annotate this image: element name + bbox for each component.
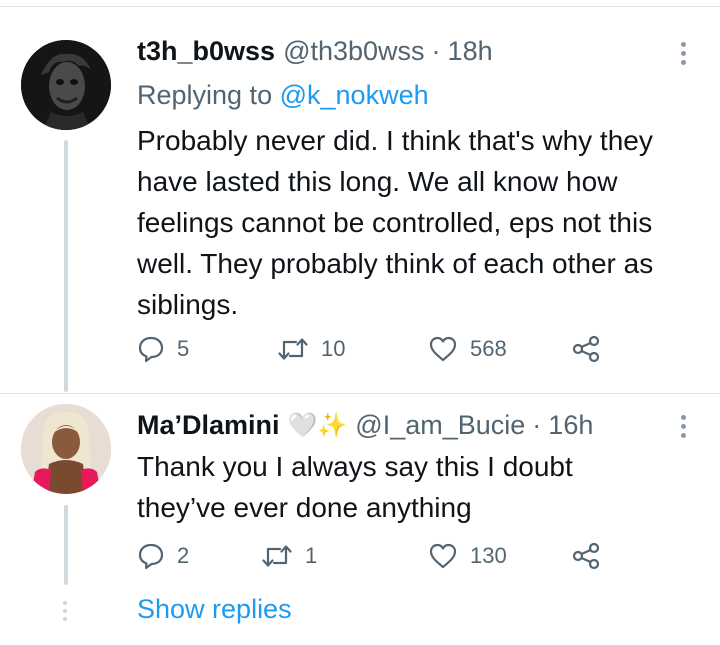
heart-icon [429, 543, 457, 569]
handle[interactable]: @th3b0wss [283, 36, 424, 67]
share-button[interactable] [571, 542, 601, 570]
thread-line [64, 140, 68, 392]
display-name[interactable]: Ma’Dlamini [137, 410, 280, 441]
tweet-divider [0, 393, 720, 394]
handle[interactable]: @I_am_Bucie [355, 410, 525, 441]
timestamp[interactable]: 18h [448, 36, 493, 67]
display-name[interactable]: t3h_b0wss [137, 36, 275, 67]
timestamp[interactable]: 16h [548, 410, 593, 441]
top-border [0, 6, 720, 7]
thread-line [64, 505, 68, 585]
tweet-text-line: they’ve ever done anything [137, 492, 472, 523]
thread-continuation-dots [63, 601, 69, 625]
retweet-count: 1 [305, 543, 318, 568]
share-icon [572, 335, 600, 363]
heart-icon [429, 336, 457, 362]
share-button[interactable] [571, 335, 601, 363]
retweet-button[interactable]: 10 [277, 335, 345, 363]
tweet-text-line: well. They probably think of each other … [137, 248, 654, 279]
reply-button[interactable]: 2 [137, 542, 189, 570]
reply-button[interactable]: 5 [137, 335, 189, 363]
reply-icon [138, 336, 164, 363]
tweet-text: Thank you I always say this I doubt they… [137, 446, 573, 528]
reply-count: 5 [177, 336, 190, 361]
tweet-text-line: Probably never did. I think that's why t… [137, 125, 653, 156]
more-vertical-icon[interactable] [681, 415, 687, 442]
avatar[interactable] [21, 404, 111, 494]
avatar[interactable] [21, 40, 111, 130]
like-count: 130 [470, 543, 507, 568]
replying-to: Replying to @k_nokweh [137, 80, 429, 111]
name-emoji: 🤍✨ [287, 412, 348, 439]
reply-icon [138, 543, 164, 570]
share-icon [572, 542, 600, 570]
tweet-actions: 5 10 568 [137, 335, 617, 369]
replying-to-link[interactable]: @k_nokweh [280, 80, 429, 110]
tweet-header: t3h_b0wss @th3b0wss · 18h [137, 36, 493, 67]
more-vertical-icon[interactable] [681, 42, 687, 69]
separator: · [532, 410, 542, 440]
show-replies-link[interactable]: Show replies [137, 594, 292, 625]
retweet-count: 10 [321, 336, 346, 361]
tweet-actions: 2 1 130 [137, 542, 617, 576]
tweet-header: Ma’Dlamini 🤍✨ @I_am_Bucie · 16h [137, 410, 593, 441]
reply-count: 2 [177, 543, 190, 568]
like-button[interactable]: 568 [428, 335, 507, 363]
tweet-text-line: feelings cannot be controlled, eps not t… [137, 207, 653, 238]
retweet-icon [262, 545, 292, 567]
separator: · [431, 36, 441, 66]
tweet-text: Probably never did. I think that's why t… [137, 120, 653, 325]
tweet-text-line: have lasted this long. We all know how [137, 166, 618, 197]
retweet-icon [278, 338, 308, 360]
replying-prefix: Replying to [137, 80, 273, 110]
tweet-text-line: siblings. [137, 289, 239, 320]
like-count: 568 [470, 336, 507, 361]
woman-avatar-icon [21, 404, 111, 494]
tweet-text-line: Thank you I always say this I doubt [137, 451, 573, 482]
retweet-button[interactable]: 1 [261, 542, 317, 570]
like-button[interactable]: 130 [428, 542, 507, 570]
joker-avatar-icon [21, 40, 111, 130]
